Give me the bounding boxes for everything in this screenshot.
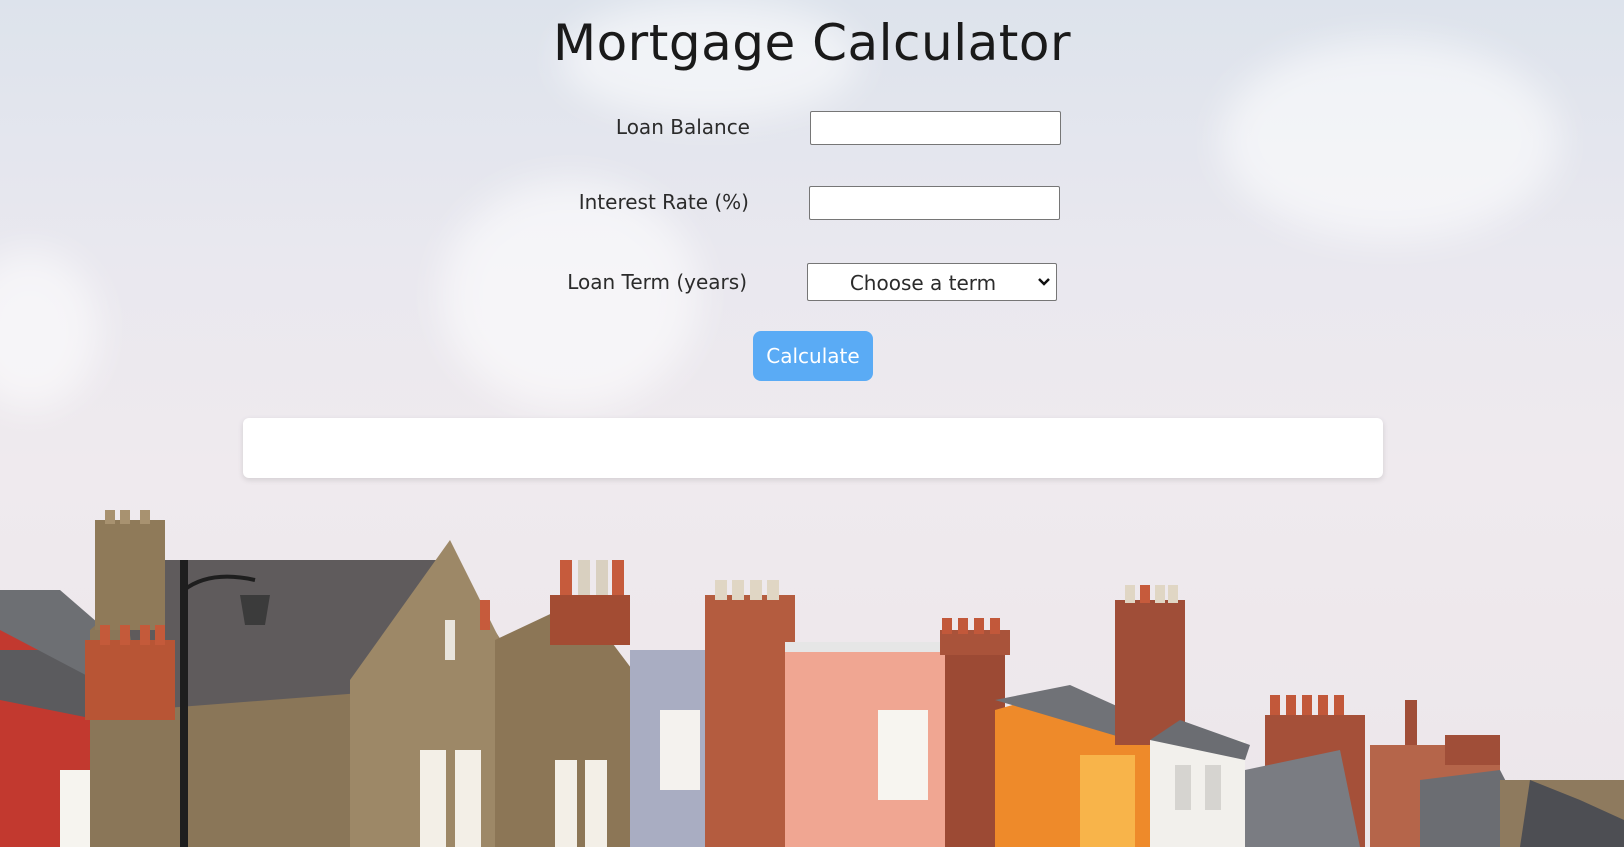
cloud — [0, 250, 100, 410]
loan-term-selected-value: Choose a term — [849, 271, 997, 295]
loan-balance-input[interactable] — [810, 111, 1061, 145]
interest-rate-label: Interest Rate (%) — [578, 190, 749, 214]
chevron-down-icon — [1038, 278, 1050, 286]
loan-term-label: Loan Term (years) — [567, 270, 747, 294]
cloud — [440, 180, 700, 410]
loan-term-select[interactable]: Choose a term — [807, 263, 1057, 301]
result-panel — [243, 418, 1383, 478]
loan-balance-label: Loan Balance — [615, 115, 750, 139]
page-title: Mortgage Calculator — [552, 14, 1072, 72]
rooftops-background — [0, 510, 1624, 847]
calculate-button[interactable]: Calculate — [753, 331, 873, 381]
interest-rate-input[interactable] — [809, 186, 1060, 220]
